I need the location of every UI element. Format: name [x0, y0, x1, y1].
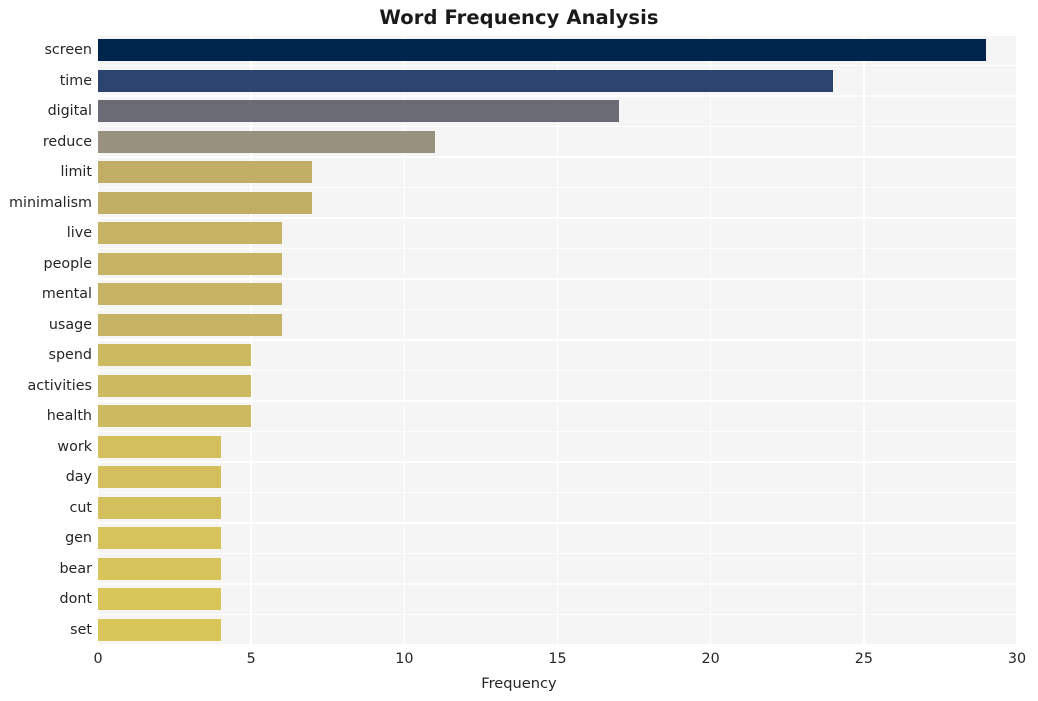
gridline-y-19: [98, 613, 1017, 616]
y-tick-label-bear: bear: [59, 560, 92, 577]
y-tick-label-work: work: [57, 438, 92, 455]
bar-dont[interactable]: [98, 588, 221, 611]
gridline-y-7: [98, 247, 1017, 250]
bar-people[interactable]: [98, 252, 282, 275]
gridline-y-13: [98, 430, 1017, 433]
bar-minimalism[interactable]: [98, 191, 313, 214]
y-tick-label-reduce: reduce: [42, 133, 92, 150]
y-tick-label-dont: dont: [59, 591, 93, 608]
gridline-y-6: [98, 217, 1017, 219]
bar-mental[interactable]: [98, 283, 282, 306]
y-tick-label-digital: digital: [47, 103, 92, 120]
y-tick-label-spend: spend: [48, 347, 92, 364]
bar-work[interactable]: [98, 435, 221, 458]
gridline-y-2: [98, 95, 1017, 97]
y-tick-label-gen: gen: [65, 530, 92, 547]
x-tick-label-5: 5: [246, 651, 256, 667]
gridline-y-1: [98, 64, 1017, 67]
y-tick-label-people: people: [43, 255, 92, 272]
bar-set[interactable]: [98, 618, 221, 641]
y-tick-label-cut: cut: [69, 499, 92, 516]
y-tick-label-live: live: [66, 225, 92, 242]
y-tick-label-minimalism: minimalism: [9, 194, 92, 211]
gridline-y-10: [98, 339, 1017, 341]
bar-limit[interactable]: [98, 161, 313, 184]
bar-gen[interactable]: [98, 527, 221, 550]
bar-live[interactable]: [98, 222, 282, 245]
bar-activities[interactable]: [98, 374, 252, 397]
gridline-y-0: [98, 35, 1017, 36]
bar-time[interactable]: [98, 69, 834, 92]
gridline-y-16: [98, 522, 1017, 524]
gridline-y-17: [98, 552, 1017, 555]
y-tick-label-limit: limit: [60, 164, 92, 181]
bar-screen[interactable]: [98, 39, 987, 62]
gridline-y-12: [98, 400, 1017, 402]
gridline-y-4: [98, 156, 1017, 158]
gridline-y-11: [98, 369, 1017, 372]
gridline-y-15: [98, 491, 1017, 494]
bar-health[interactable]: [98, 405, 252, 428]
bar-day[interactable]: [98, 466, 221, 489]
word-frequency-chart: Word Frequency Analysis screen time digita…: [0, 0, 1038, 701]
plot-area: [98, 35, 1017, 645]
y-axis-tick-labels: screen time digital reduce limit minimalism li…: [0, 35, 92, 645]
y-tick-label-screen: screen: [44, 42, 92, 59]
bar-usage[interactable]: [98, 313, 282, 336]
y-tick-label-activities: activities: [27, 377, 92, 394]
bar-bear[interactable]: [98, 557, 221, 580]
gridline-y-14: [98, 461, 1017, 463]
bar-cut[interactable]: [98, 496, 221, 519]
chart-title: Word Frequency Analysis: [379, 6, 659, 29]
x-tick-label-25: 25: [854, 651, 873, 667]
gridline-y-18: [98, 583, 1017, 585]
x-tick-label-15: 15: [548, 651, 567, 667]
gridline-y-3: [98, 125, 1017, 128]
y-tick-label-time: time: [59, 72, 92, 89]
y-tick-label-day: day: [65, 469, 92, 486]
y-tick-label-health: health: [46, 408, 92, 425]
x-tick-label-20: 20: [701, 651, 720, 667]
x-axis-tick-labels: 0 5 10 15 20 25 30: [0, 652, 1038, 674]
x-tick-label-0: 0: [93, 651, 103, 667]
bar-digital[interactable]: [98, 100, 619, 123]
gridline-y-8: [98, 278, 1017, 280]
y-tick-label-mental: mental: [41, 286, 92, 303]
x-tick-label-10: 10: [395, 651, 414, 667]
x-axis-title: Frequency: [481, 675, 557, 692]
y-tick-label-set: set: [70, 621, 92, 638]
gridline-y-9: [98, 308, 1017, 311]
bar-reduce[interactable]: [98, 130, 435, 153]
gridline-y-5: [98, 186, 1017, 189]
x-tick-label-30: 30: [1007, 651, 1027, 667]
bar-spend[interactable]: [98, 344, 252, 367]
y-tick-label-usage: usage: [48, 316, 92, 333]
gridline-y-20: [98, 644, 1017, 645]
